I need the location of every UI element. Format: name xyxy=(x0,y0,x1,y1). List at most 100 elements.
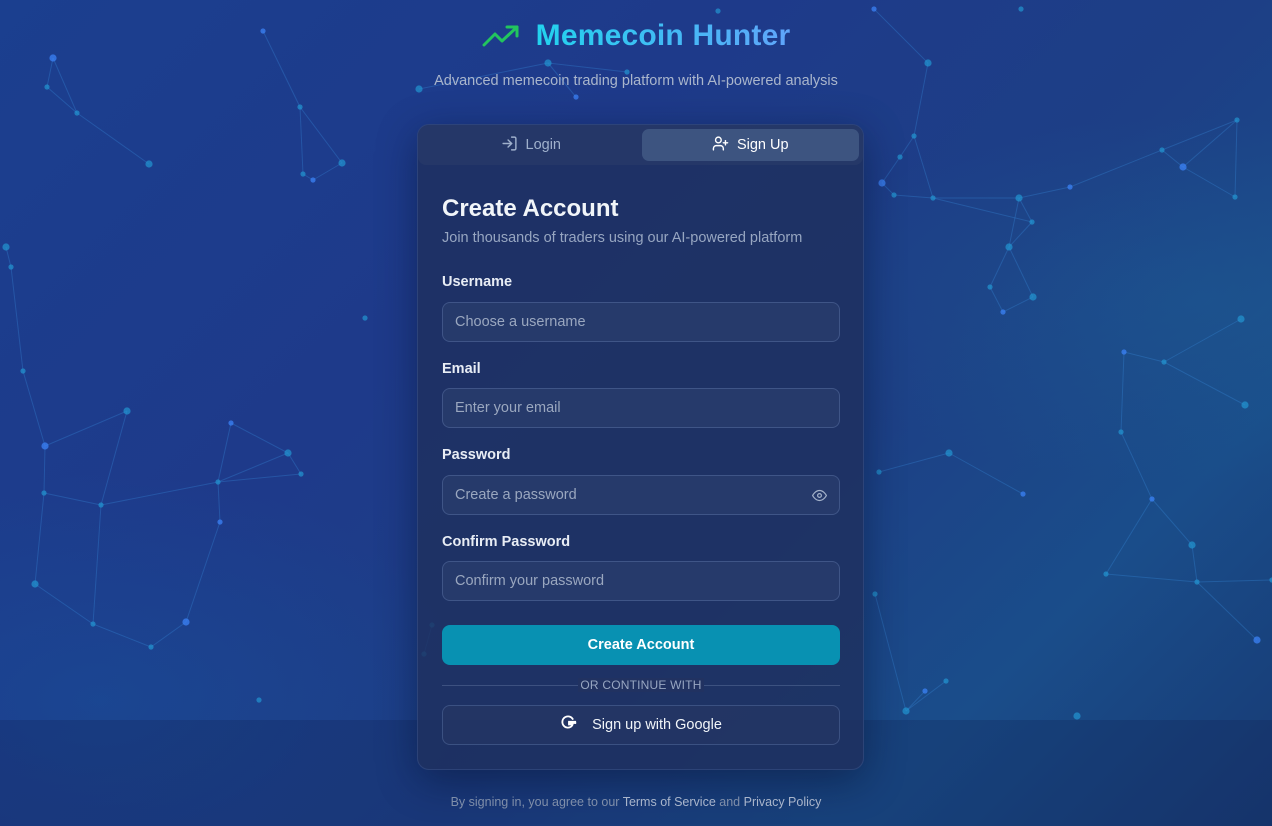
network-line xyxy=(905,690,926,712)
network-line xyxy=(1163,361,1246,406)
network-line xyxy=(22,370,46,447)
network-line xyxy=(878,452,950,473)
network-line xyxy=(1105,573,1198,583)
network-node xyxy=(297,104,303,110)
password-input[interactable] xyxy=(443,476,799,514)
tab-login-label: Login xyxy=(525,137,561,153)
network-line xyxy=(230,422,289,454)
network-line xyxy=(1105,498,1153,575)
username-field-wrapper xyxy=(442,302,840,342)
username-input[interactable] xyxy=(443,303,839,341)
network-node xyxy=(338,159,346,167)
network-line xyxy=(1123,351,1165,363)
network-node xyxy=(74,110,80,116)
network-line xyxy=(92,623,152,648)
network-node xyxy=(872,591,878,597)
network-node xyxy=(300,171,306,177)
network-node xyxy=(31,580,39,588)
network-node xyxy=(1149,496,1155,502)
network-node xyxy=(902,707,910,715)
network-line xyxy=(932,197,1033,223)
network-node xyxy=(1121,349,1127,355)
network-node xyxy=(544,59,552,67)
network-line xyxy=(893,194,934,199)
network-line xyxy=(217,481,221,523)
google-signup-button[interactable]: Sign up with Google xyxy=(442,705,840,745)
network-node xyxy=(1029,293,1037,301)
network-line xyxy=(1008,197,1020,248)
network-node xyxy=(49,54,57,62)
network-node xyxy=(228,420,234,426)
network-line xyxy=(44,410,128,447)
network-node xyxy=(148,644,154,650)
network-node xyxy=(1188,541,1196,549)
tab-sign-up[interactable]: Sign Up xyxy=(641,129,859,161)
network-node xyxy=(123,407,131,415)
network-node xyxy=(1029,219,1035,225)
network-line xyxy=(881,156,901,184)
trending-up-icon xyxy=(482,18,522,54)
network-line xyxy=(1163,318,1242,363)
network-line xyxy=(989,246,1010,288)
network-line xyxy=(92,504,102,625)
network-node xyxy=(8,264,14,270)
network-line xyxy=(43,445,46,494)
app-header: Memecoin Hunter xyxy=(0,18,1272,54)
network-node xyxy=(911,133,917,139)
network-line xyxy=(1069,149,1163,188)
network-node xyxy=(182,618,190,626)
tab-login[interactable]: Login xyxy=(422,129,640,161)
network-line xyxy=(905,680,947,712)
create-account-button[interactable]: Create Account xyxy=(442,625,840,665)
footer-legal: By signing in, you agree to our Terms of… xyxy=(0,795,1272,809)
network-node xyxy=(922,688,928,694)
network-node xyxy=(1161,359,1167,365)
network-line xyxy=(100,481,219,506)
network-node xyxy=(1020,491,1026,497)
network-line xyxy=(874,593,907,712)
network-node xyxy=(1234,117,1240,123)
network-node xyxy=(943,678,949,684)
privacy-link[interactable]: Privacy Policy xyxy=(744,795,822,809)
auth-tabs: Login Sign Up xyxy=(418,125,863,165)
terms-link[interactable]: Terms of Service xyxy=(623,795,716,809)
network-node xyxy=(90,621,96,627)
network-line xyxy=(1196,581,1258,641)
network-line xyxy=(46,86,78,114)
footer-prefix: By signing in, you agree to our xyxy=(450,795,620,809)
network-node xyxy=(1000,309,1006,315)
eye-icon[interactable] xyxy=(799,476,839,514)
network-node xyxy=(256,697,262,703)
network-line xyxy=(913,135,934,199)
email-input[interactable] xyxy=(443,389,839,427)
network-line xyxy=(43,492,102,506)
network-line xyxy=(299,106,304,175)
tab-sign-up-label: Sign Up xyxy=(736,137,789,153)
google-signup-label: Sign up with Google xyxy=(592,717,722,733)
email-field-wrapper xyxy=(442,388,840,428)
network-line xyxy=(217,473,302,483)
network-line xyxy=(1002,296,1034,313)
network-node xyxy=(891,192,897,198)
network-line xyxy=(1008,246,1034,298)
network-line xyxy=(1120,431,1153,500)
network-node xyxy=(573,94,579,100)
network-node xyxy=(1253,636,1261,644)
confirm-password-input[interactable] xyxy=(443,562,839,600)
network-line xyxy=(287,452,302,475)
network-line xyxy=(1191,544,1198,583)
network-line xyxy=(1018,197,1033,223)
network-line xyxy=(1161,119,1238,151)
network-node xyxy=(1179,163,1187,171)
network-line xyxy=(948,452,1024,495)
network-node xyxy=(1015,194,1023,202)
network-line xyxy=(1234,119,1238,198)
network-line xyxy=(34,492,45,585)
network-node xyxy=(362,315,368,321)
divider-text: OR CONTINUE WITH xyxy=(578,678,704,692)
network-line xyxy=(989,286,1004,313)
network-node xyxy=(41,442,49,450)
network-node xyxy=(987,284,993,290)
network-node xyxy=(878,179,886,187)
network-node xyxy=(310,177,316,183)
